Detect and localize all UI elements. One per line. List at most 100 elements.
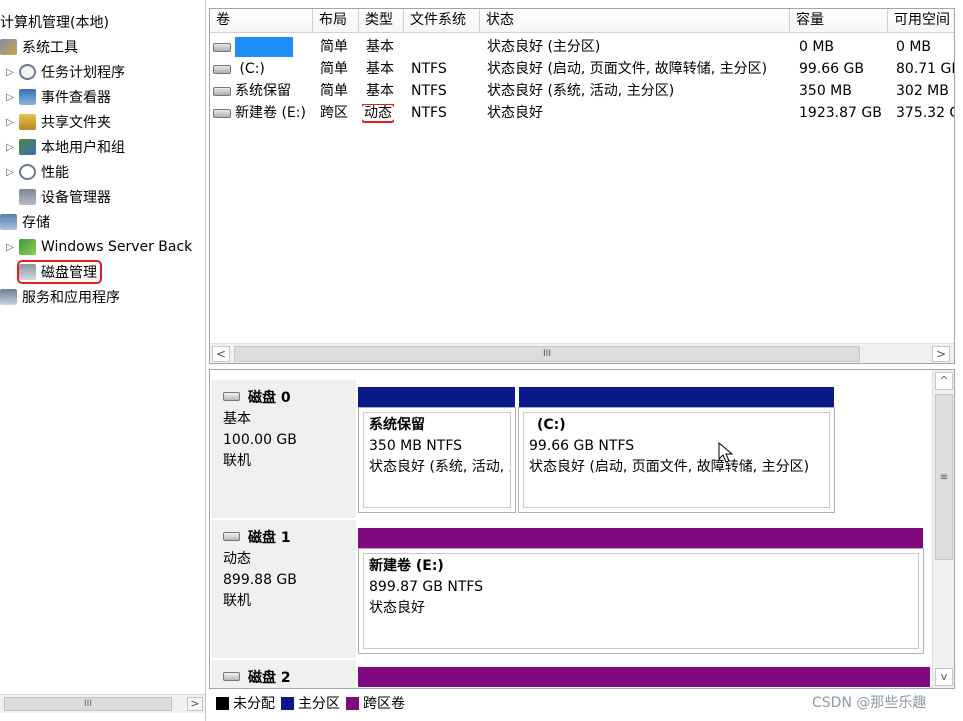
column-header-type[interactable]: 类型 — [359, 9, 404, 33]
disk-0-label[interactable]: 磁盘 0 基本 100.00 GB 联机 — [211, 380, 356, 518]
type-highlight: 动态 — [362, 104, 394, 123]
column-header-layout[interactable]: 布局 — [313, 9, 359, 33]
tree-item-windows-server-backup[interactable]: ▷ Windows Server Back — [4, 235, 192, 259]
partition-details: 新建卷 (E:) 899.87 GB NTFS 状态良好 — [363, 553, 919, 649]
volume-icon — [213, 64, 231, 74]
tree-item-label: 服务和应用程序 — [22, 290, 120, 306]
cell-free-space: 0 MB — [896, 39, 932, 55]
tree-item-task-scheduler[interactable]: ▷ 任务计划程序 — [4, 60, 125, 84]
partition-title: 系统保留 — [369, 417, 425, 433]
cell-status: 状态良好 (启动, 页面文件, 故障转储, 主分区) — [487, 61, 768, 77]
partition-e-spanned[interactable]: 新建卷 (E:) 899.87 GB NTFS 状态良好 — [358, 548, 924, 654]
scroll-thumb[interactable]: ≡ — [935, 394, 953, 560]
cell-layout: 跨区 — [320, 105, 348, 121]
column-header-capacity[interactable]: 容量 — [790, 9, 888, 33]
legend-swatch-spanned — [346, 696, 359, 710]
disk-icon — [223, 672, 240, 681]
column-header-filesystem[interactable]: 文件系统 — [404, 9, 480, 33]
tree-item-label: 系统工具 — [22, 40, 78, 56]
column-header-volume[interactable]: 卷 — [210, 9, 313, 33]
cell-free-space: 375.32 GB — [896, 105, 954, 121]
cell-layout: 简单 — [320, 83, 348, 99]
cell-filesystem: NTFS — [411, 61, 447, 77]
tree-item-system-tools[interactable]: 系统工具 — [0, 35, 78, 59]
volume-icon — [213, 108, 231, 118]
volume-icon — [213, 42, 231, 52]
disk-name: 磁盘 2 — [248, 670, 291, 686]
disk-name: 磁盘 0 — [248, 390, 291, 406]
cell-free-space: 302 MB — [896, 83, 949, 99]
expand-icon[interactable]: ▷ — [4, 67, 16, 78]
legend-label: 未分配 — [233, 696, 275, 712]
expand-icon[interactable]: ▷ — [4, 117, 16, 128]
scroll-right-button[interactable]: > — [932, 346, 950, 362]
partition-system-reserved[interactable]: 系统保留 350 MB NTFS 状态良好 (系统, 活动, 主分区) — [358, 407, 516, 513]
tree-item-label: 共享文件夹 — [41, 115, 111, 131]
volume-icon — [213, 86, 231, 96]
partition-title: (C:) — [537, 417, 566, 433]
mouse-cursor-icon — [718, 442, 734, 463]
tree-item-services-apps[interactable]: 服务和应用程序 — [0, 285, 120, 309]
disk-view-vertical-scrollbar[interactable]: ^ ≡ v — [932, 370, 954, 688]
cell-status: 状态良好 — [487, 105, 543, 121]
scroll-left-button[interactable]: < — [212, 346, 230, 362]
scroll-thumb[interactable]: III — [4, 697, 172, 711]
services-icon — [0, 289, 17, 305]
cell-layout: 简单 — [320, 39, 348, 55]
cell-type: 基本 — [366, 61, 394, 77]
tree-item-event-viewer[interactable]: ▷ 事件查看器 — [4, 85, 111, 109]
legend: 未分配 主分区 跨区卷 — [212, 691, 405, 715]
spanned-volume-bar — [358, 528, 923, 548]
expand-icon[interactable]: ▷ — [4, 242, 16, 253]
cell-capacity: 1923.87 GB — [799, 105, 882, 121]
expand-icon[interactable]: ▷ — [4, 142, 16, 153]
tree-root[interactable]: 计算机管理(本地) — [0, 10, 109, 34]
cell-volume: 新建卷 (E:) — [213, 102, 313, 124]
disk-graphical-view: 磁盘 0 基本 100.00 GB 联机 系统保留 350 MB NTFS 状态… — [209, 369, 955, 689]
partition-c-drive[interactable]: (C:) 99.66 GB NTFS 状态良好 (启动, 页面文件, 故障转储,… — [518, 407, 835, 513]
tree-item-local-users[interactable]: ▷ 本地用户和组 — [4, 135, 125, 159]
volume-list-horizontal-scrollbar[interactable]: < III > — [210, 343, 954, 363]
storage-icon — [0, 214, 17, 230]
watermark: CSDN @那些乐趣 — [812, 695, 927, 711]
tree-item-performance[interactable]: ▷ 性能 — [4, 160, 69, 184]
shared-folder-icon — [19, 114, 36, 130]
tree-item-device-manager[interactable]: 设备管理器 — [19, 185, 111, 209]
cell-type: 动态 — [362, 104, 394, 124]
tree-item-label: 性能 — [41, 165, 69, 181]
partition-status: 状态良好 — [369, 600, 425, 616]
scroll-down-button[interactable]: v — [935, 668, 953, 686]
tree-horizontal-scrollbar[interactable]: III > — [0, 694, 205, 713]
partition-status: 状态良好 (系统, 活动, 主分区) — [369, 459, 510, 475]
disk-type: 动态 — [223, 551, 251, 567]
column-header-status[interactable]: 状态 — [480, 9, 790, 33]
expand-icon[interactable]: ▷ — [4, 167, 16, 178]
cell-filesystem: NTFS — [411, 83, 447, 99]
tree-item-label-selected: 磁盘管理 — [17, 260, 102, 284]
partition-size: 99.66 GB NTFS — [529, 438, 635, 454]
event-viewer-icon — [19, 89, 36, 105]
cell-status: 状态良好 (系统, 活动, 主分区) — [487, 83, 675, 99]
expand-icon[interactable]: ▷ — [4, 92, 16, 103]
disk-name: 磁盘 1 — [248, 530, 291, 546]
tree-item-label: 存储 — [22, 215, 50, 231]
tree-item-storage[interactable]: 存储 — [0, 210, 50, 234]
tools-icon — [0, 39, 17, 55]
legend-label: 主分区 — [298, 696, 340, 712]
tree-item-disk-management[interactable]: 磁盘管理 — [17, 260, 102, 284]
tree-item-shared-folders[interactable]: ▷ 共享文件夹 — [4, 110, 111, 134]
scroll-thumb[interactable]: III — [234, 346, 860, 362]
scroll-up-button[interactable]: ^ — [935, 372, 953, 390]
scroll-right-button[interactable]: > — [187, 697, 203, 711]
partition-size: 350 MB NTFS — [369, 438, 463, 454]
legend-swatch-unallocated — [216, 696, 229, 710]
performance-icon — [19, 164, 36, 180]
column-header-free-space[interactable]: 可用空间 — [888, 9, 954, 33]
legend-swatch-primary — [281, 696, 294, 710]
disk-1-label[interactable]: 磁盘 1 动态 899.88 GB 联机 — [211, 520, 356, 658]
partition-status: 状态良好 (启动, 页面文件, 故障转储, 主分区) — [529, 459, 810, 475]
cell-volume: 系统保留 — [213, 80, 313, 102]
cell-capacity: 350 MB — [799, 83, 852, 99]
disk-2-label[interactable]: 磁盘 2 — [211, 660, 356, 688]
partition-size: 899.87 GB NTFS — [369, 579, 484, 595]
